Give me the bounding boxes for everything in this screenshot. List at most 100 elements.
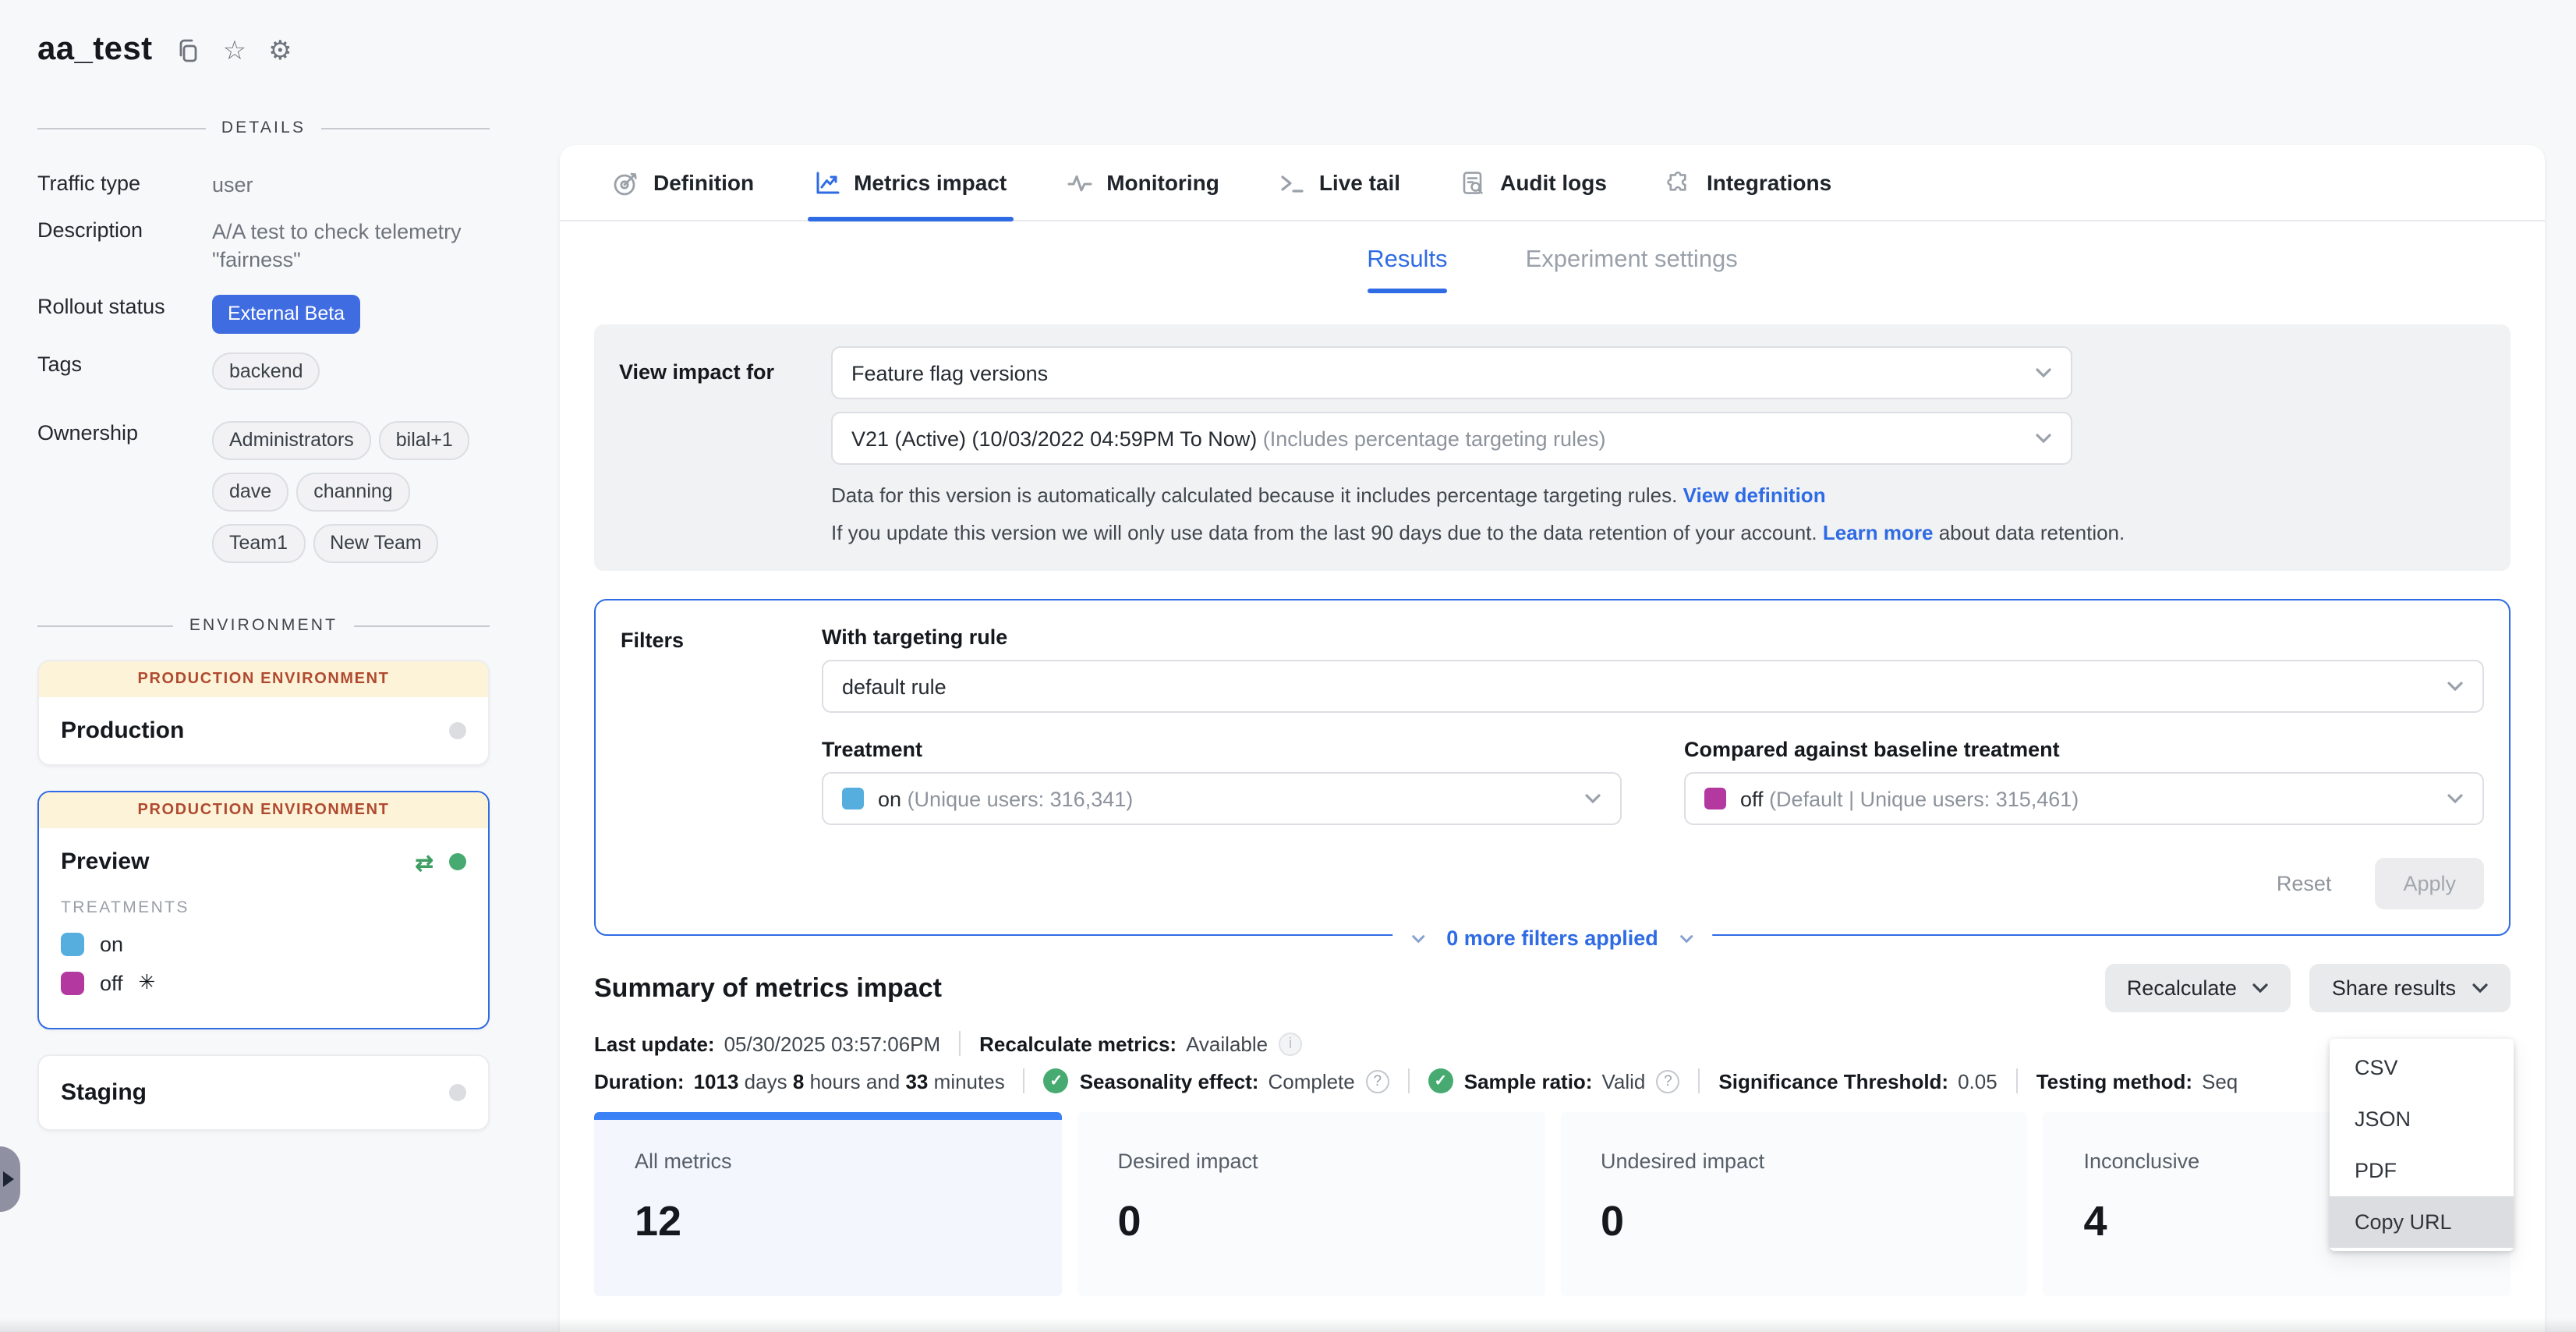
tab-live-tail[interactable]: Live tail	[1279, 145, 1400, 220]
details-divider: DETAILS	[37, 119, 490, 137]
tab-audit-logs[interactable]: Audit logs	[1460, 145, 1607, 220]
baseline-treatment-label: Compared against baseline treatment	[1684, 739, 2484, 762]
treatments-label: TREATMENTS	[61, 898, 466, 917]
version-info-line1: Data for this version is automatically c…	[831, 480, 2486, 512]
environment-card-staging[interactable]: Staging	[37, 1054, 490, 1131]
version-type-select[interactable]: Feature flag versions	[831, 346, 2072, 399]
bottom-shadow	[0, 1318, 2576, 1332]
filters-label: Filters	[621, 626, 822, 910]
sidebar-expand-handle[interactable]	[0, 1146, 20, 1212]
menu-item-csv[interactable]: CSV	[2330, 1042, 2514, 1093]
owner-pill[interactable]: New Team	[313, 524, 439, 563]
help-icon[interactable]: ?	[1366, 1070, 1389, 1093]
environment-status-dot	[449, 722, 466, 739]
chevron-down-icon	[2472, 983, 2489, 994]
star-icon[interactable]: ☆	[223, 37, 247, 63]
detail-row-description: Description A/A test to check telemetry …	[37, 218, 490, 275]
menu-item-pdf[interactable]: PDF	[2330, 1145, 2514, 1196]
metrics-chart-icon	[813, 169, 840, 196]
menu-item-copy-url[interactable]: Copy URL	[2330, 1196, 2514, 1248]
view-impact-label: View impact for	[619, 346, 831, 550]
owner-pill[interactable]: channing	[296, 473, 410, 512]
share-results-button[interactable]: Share results	[2310, 965, 2511, 1013]
detail-row-tags: Tags backend	[37, 352, 490, 403]
gear-icon[interactable]: ⚙	[268, 37, 292, 63]
environment-name: Preview	[61, 848, 149, 875]
rollout-status-badge: External Beta	[212, 294, 360, 333]
check-circle-icon: ✓	[1044, 1069, 1069, 1094]
recalculate-button[interactable]: Recalculate	[2105, 965, 2291, 1013]
environment-card-production[interactable]: PRODUCTION ENVIRONMENT Production	[37, 660, 490, 766]
tab-bar: Definition Metrics impact Monitoring Liv…	[560, 145, 2545, 221]
chevron-down-icon	[2252, 983, 2270, 994]
target-icon	[613, 169, 639, 196]
tab-integrations[interactable]: Integrations	[1666, 145, 1831, 220]
apply-button[interactable]: Apply	[2375, 858, 2484, 909]
detail-row-rollout-status: Rollout status External Beta	[37, 294, 490, 333]
owner-pill[interactable]: Team1	[212, 524, 305, 563]
summary-header: Summary of metrics impact Recalculate Sh…	[594, 965, 2511, 1013]
card-desired-impact[interactable]: Desired impact 0	[1077, 1113, 1545, 1297]
card-all-metrics[interactable]: All metrics 12	[594, 1113, 1062, 1297]
info-icon[interactable]: i	[1279, 1033, 1302, 1056]
chevron-down-icon	[2035, 433, 2052, 444]
treatment-row-on: on	[61, 933, 466, 956]
terminal-icon	[1279, 169, 1305, 196]
subtab-experiment-settings[interactable]: Experiment settings	[1523, 246, 1741, 293]
card-undesired-impact[interactable]: Undesired impact 0	[1560, 1113, 2028, 1297]
targeting-rule-label: With targeting rule	[822, 626, 2484, 650]
sidebar: aa_test ☆ ⚙ DETAILS Traffic type user De…	[0, 0, 527, 1131]
chevron-down-icon	[2447, 682, 2464, 693]
app-root: aa_test ☆ ⚙ DETAILS Traffic type user De…	[0, 0, 2576, 1332]
chevron-down-icon	[1680, 934, 1694, 944]
environment-name: Production	[61, 717, 184, 744]
treatment-row-off: off ✳	[61, 970, 466, 995]
default-treatment-asterisk-icon: ✳	[139, 970, 156, 995]
help-icon[interactable]: ?	[1656, 1070, 1679, 1093]
treatment-off-swatch	[61, 971, 84, 994]
version-info-line2: If you update this version we will only …	[831, 518, 2486, 549]
menu-item-json[interactable]: JSON	[2330, 1093, 2514, 1145]
owner-pill[interactable]: Administrators	[212, 422, 371, 461]
treatment-off-swatch	[1704, 788, 1726, 810]
puzzle-icon	[1666, 169, 1693, 196]
summary-stats-line2: Duration: 1013 days 8 hours and 33 minut…	[594, 1069, 2511, 1094]
environment-card-preview[interactable]: PRODUCTION ENVIRONMENT Preview ⇄ TREATME…	[37, 791, 490, 1029]
summary-title: Summary of metrics impact	[594, 973, 942, 1004]
pulse-icon	[1066, 169, 1092, 196]
detail-row-ownership: Ownership Administratorsbilal+1davechann…	[37, 422, 490, 576]
results-subtab-bar: Results Experiment settings	[560, 246, 2545, 293]
version-select[interactable]: V21 (Active) (10/03/2022 04:59PM To Now)…	[831, 412, 2072, 465]
detail-row-traffic-type: Traffic type user	[37, 172, 490, 200]
chevron-down-icon	[2035, 367, 2052, 378]
document-search-icon	[1460, 169, 1486, 196]
tab-definition[interactable]: Definition	[613, 145, 754, 220]
main-panel: Definition Metrics impact Monitoring Liv…	[560, 145, 2545, 1332]
environment-name: Staging	[61, 1079, 147, 1106]
learn-more-link[interactable]: Learn more	[1823, 521, 1934, 544]
details-section-label: DETAILS	[221, 119, 306, 137]
baseline-treatment-select[interactable]: off (Default | Unique users: 315,461)	[1684, 773, 2484, 826]
more-filters-toggle[interactable]: 0 more filters applied	[1392, 927, 1713, 951]
owner-pill[interactable]: dave	[212, 473, 288, 512]
details-list: Traffic type user Description A/A test t…	[37, 172, 490, 576]
tab-metrics-impact[interactable]: Metrics impact	[813, 145, 1007, 220]
flag-header: aa_test ☆ ⚙	[37, 31, 490, 69]
production-environment-banner: PRODUCTION ENVIRONMENT	[39, 661, 488, 697]
check-circle-icon: ✓	[1428, 1069, 1453, 1094]
targeting-rule-select[interactable]: default rule	[822, 661, 2484, 714]
summary-stats-line1: Last update:05/30/2025 03:57:06PM Recalc…	[594, 1032, 2511, 1057]
view-impact-section: View impact for Feature flag versions V2…	[594, 324, 2511, 572]
reset-button[interactable]: Reset	[2277, 872, 2332, 895]
tab-monitoring[interactable]: Monitoring	[1066, 145, 1219, 220]
production-environment-banner: PRODUCTION ENVIRONMENT	[39, 792, 488, 828]
treatment-label: Treatment	[822, 739, 1622, 762]
owner-pill[interactable]: bilal+1	[379, 422, 470, 461]
expand-arrow-icon	[3, 1171, 14, 1187]
treatment-select[interactable]: on (Unique users: 316,341)	[822, 773, 1622, 826]
copy-icon[interactable]	[175, 37, 201, 63]
treatment-on-swatch	[842, 788, 864, 810]
view-definition-link[interactable]: View definition	[1683, 484, 1826, 507]
subtab-results[interactable]: Results	[1364, 246, 1450, 293]
tag-pill[interactable]: backend	[212, 352, 320, 391]
